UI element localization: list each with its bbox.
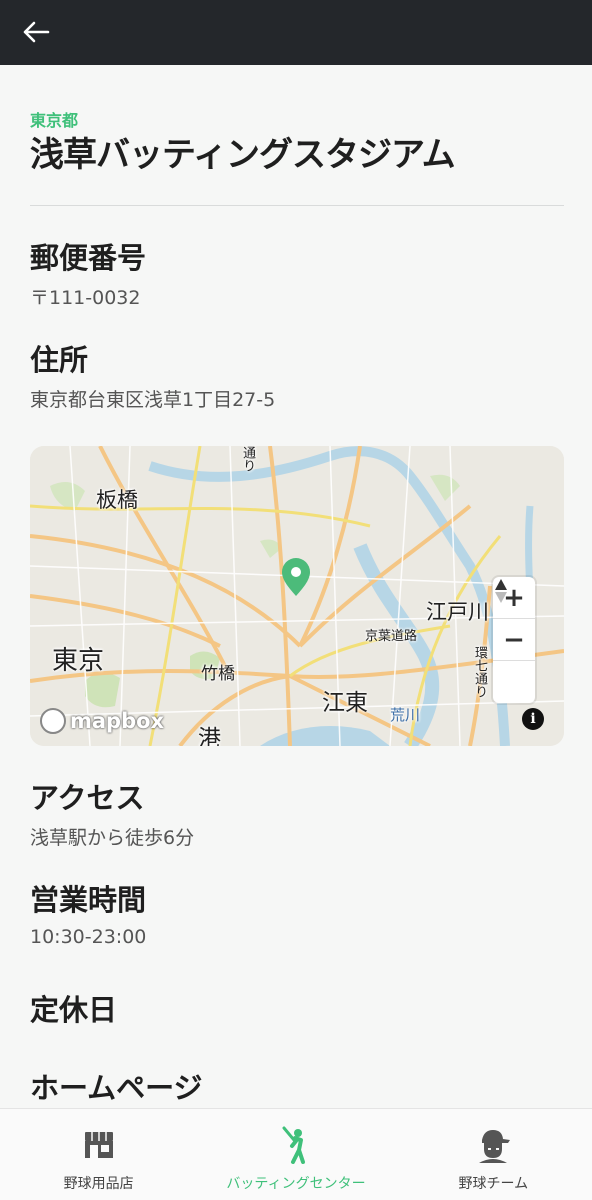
address-heading: 住所 [30, 343, 89, 377]
postal-value: 〒111-0032 [30, 287, 141, 309]
nav-label-team: 野球チーム [458, 1176, 529, 1192]
nav-label-store: 野球用品店 [63, 1176, 134, 1192]
holiday-heading: 定休日 [30, 993, 118, 1027]
map-label-minato: 港 [198, 726, 221, 746]
compass-button[interactable] [493, 579, 535, 703]
nav-item-store[interactable]: 野球用品店 [0, 1109, 197, 1200]
nav-label-batting: バッティングセンター [226, 1176, 366, 1192]
arrow-left-icon [23, 21, 50, 43]
map-label-tokyo: 東京 [52, 646, 105, 676]
map-label-koto: 江東 [322, 690, 368, 716]
map-info-button[interactable]: i [522, 708, 544, 730]
zoom-out-button[interactable]: − [493, 619, 535, 661]
app-bar [0, 0, 592, 65]
bottom-navigation: 野球用品店 バッティングセンター 野球チーム [0, 1108, 592, 1200]
nav-item-batting[interactable]: バッティングセンター [197, 1109, 394, 1200]
access-value: 浅草駅から徒歩6分 [30, 827, 195, 849]
compass-icon [495, 579, 507, 603]
facility-title: 浅草バッティングスタジアム [30, 135, 456, 175]
map-label-keiyo: 京葉道路 [365, 629, 418, 644]
batter-icon [276, 1125, 316, 1165]
mapbox-logo-icon [40, 708, 66, 734]
hours-heading: 営業時間 [30, 883, 147, 917]
address-value: 東京都台東区浅草1丁目27-5 [30, 389, 276, 411]
divider [30, 205, 564, 206]
map-label-kan7: 環七通り [472, 646, 487, 698]
homepage-heading: ホームページ [30, 1071, 203, 1105]
hours-value: 10:30-23:00 [30, 926, 147, 948]
nav-item-team[interactable]: 野球チーム [395, 1109, 592, 1200]
mapbox-logo: mapbox [40, 708, 164, 734]
map-label-takebashi: 竹橋 [201, 664, 235, 684]
mapbox-logo-text: mapbox [70, 709, 165, 733]
map-view[interactable]: 板橋 東京 竹橋 江東 港 江戸川 京葉道路 荒川 環七通り 通り + − ma… [30, 446, 564, 746]
store-icon [79, 1125, 119, 1165]
map-label-arakawa: 荒川 [390, 706, 421, 724]
map-label-itabashi: 板橋 [96, 488, 138, 512]
back-button[interactable] [22, 12, 70, 52]
map-label-dori: 通り [240, 446, 255, 472]
player-cap-icon [473, 1125, 513, 1165]
postal-heading: 郵便番号 [30, 241, 147, 275]
access-heading: アクセス [30, 781, 145, 815]
map-label-edogawa: 江戸川 [426, 600, 489, 624]
map-controls: + − [493, 577, 535, 703]
